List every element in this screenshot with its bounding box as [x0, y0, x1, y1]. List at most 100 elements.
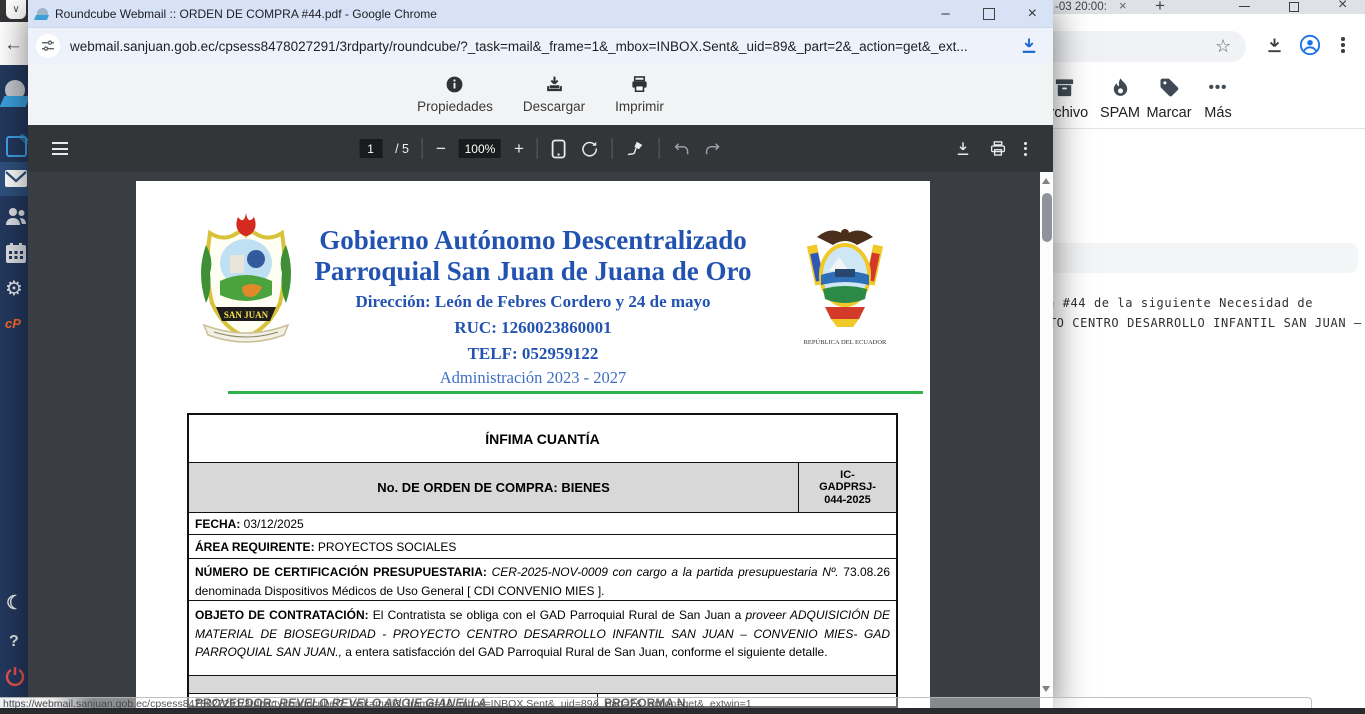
area-row: ÁREA REQUIRENTE: PROYECTOS SOCIALES	[189, 534, 896, 558]
more-dots-icon: •••	[1209, 76, 1228, 99]
print-button[interactable]: Imprimir	[615, 75, 664, 114]
bg-menu-kebab-icon[interactable]	[1341, 37, 1345, 53]
profile-icon[interactable]	[1299, 34, 1321, 56]
pdf-scrollbar[interactable]	[1040, 172, 1053, 708]
pdf-download-icon[interactable]	[954, 140, 972, 158]
popup-title-bar: Roundcube Webmail :: ORDEN DE COMPRA #44…	[28, 0, 1053, 27]
table-title-row: ÍNFIMA CUANTÍA	[189, 415, 896, 462]
bg-minimize-button[interactable]	[1239, 6, 1250, 7]
area-label: ÁREA REQUIRENTE:	[195, 540, 315, 554]
bottom-edge	[0, 708, 1365, 714]
bg-maximize-button[interactable]	[1289, 2, 1299, 12]
url-text[interactable]: webmail.sanjuan.gob.ec/cpsess8478027291/…	[70, 39, 1019, 54]
compose-icon[interactable]: ✎	[6, 136, 27, 157]
redo-icon[interactable]	[704, 141, 722, 157]
org-ruc: RUC: 1260023860001	[253, 317, 813, 339]
save-page-download-icon[interactable]	[1019, 36, 1039, 56]
zoom-in-button[interactable]: +	[514, 139, 524, 159]
scrollbar-thumb[interactable]	[1042, 193, 1052, 242]
cpanel-icon[interactable]: cP	[5, 316, 21, 331]
order-label: No. DE ORDEN DE COMPRA: BIENES	[189, 463, 798, 512]
mail-envelope-icon[interactable]	[4, 169, 28, 188]
popup-url-bar[interactable]: webmail.sanjuan.gob.ec/cpsess8478027291/…	[28, 27, 1053, 64]
new-tab-button[interactable]: +	[1155, 0, 1165, 16]
divider	[659, 138, 660, 159]
zoom-level[interactable]: 100%	[459, 139, 501, 158]
order-code-line: 044-2025	[824, 494, 871, 507]
pdf-viewport: SAN JUAN	[28, 172, 1053, 708]
undo-icon[interactable]	[673, 141, 691, 157]
zoom-out-button[interactable]: −	[436, 139, 446, 159]
page-number-input[interactable]: 1	[359, 139, 382, 158]
calendar-icon[interactable]	[5, 242, 27, 264]
menu-hamburger-icon[interactable]	[52, 142, 68, 155]
order-table: ÍNFIMA CUANTÍA No. DE ORDEN DE COMPRA: B…	[187, 413, 898, 708]
order-number-row: No. DE ORDEN DE COMPRA: BIENES IC- GADPR…	[189, 462, 896, 512]
pdf-toolbar: 1 / 5 − 100% +	[28, 125, 1053, 172]
annotate-pen-icon[interactable]	[626, 139, 646, 158]
area-value: PROYECTOS SOCIALES	[315, 540, 457, 554]
pdf-print-icon[interactable]	[989, 140, 1007, 158]
toolbar-label: SPAM	[1100, 105, 1140, 121]
document-header: Gobierno Autónomo Descentralizado Parroq…	[253, 225, 813, 388]
order-code-line: IC-	[840, 469, 855, 482]
divider	[422, 138, 423, 159]
roundcube-favicon-base	[34, 15, 49, 20]
download-button[interactable]: Descargar	[523, 75, 585, 114]
info-icon	[445, 75, 464, 94]
pdf-page: SAN JUAN	[136, 181, 930, 708]
org-name-line1: Gobierno Autónomo Descentralizado	[253, 225, 813, 256]
popup-window-title: Roundcube Webmail :: ORDEN DE COMPRA #44…	[55, 7, 941, 21]
popup-close-button[interactable]: ×	[1028, 5, 1037, 23]
certificacion-row: NÚMERO DE CERTIFICACIÓN PRESUPUESTARIA: …	[189, 558, 896, 600]
flame-icon	[1109, 76, 1132, 99]
tab-close-icon[interactable]: ×	[1119, 0, 1127, 13]
objeto-row: OBJETO DE CONTRATACIÓN: El Contratista s…	[189, 600, 896, 675]
site-info-icon[interactable]	[36, 34, 60, 58]
org-administration: Administración 2023 - 2027	[253, 367, 813, 388]
contacts-icon[interactable]	[4, 205, 28, 227]
downloads-icon[interactable]	[1264, 35, 1285, 56]
objeto-text: a entera satisfacción del GAD Parroquial…	[342, 645, 828, 659]
seal-caption: REPÚBLICA DEL ECUADOR	[785, 339, 905, 346]
roundcube-logo-base	[0, 96, 30, 107]
popup-maximize-button[interactable]	[983, 8, 995, 20]
scroll-up-icon[interactable]	[1042, 178, 1050, 184]
download-icon	[545, 75, 564, 94]
email-body-line: ITO CENTRO DESARROLLO INFANTIL SAN JUAN …	[1041, 316, 1362, 330]
properties-button[interactable]: Propiedades	[417, 75, 493, 114]
fecha-label: FECHA:	[195, 517, 240, 531]
bg-close-button[interactable]: ×	[1338, 0, 1347, 14]
print-icon	[630, 75, 649, 94]
popup-minimize-button[interactable]: –	[941, 5, 949, 22]
cert-italic: CER-2025-NOV-0009 con cargo a la partida…	[487, 565, 843, 579]
scroll-down-icon[interactable]	[1042, 686, 1050, 692]
settings-gear-icon[interactable]: ⚙	[5, 276, 23, 301]
help-icon[interactable]: ?	[9, 633, 19, 651]
back-button[interactable]: ←	[4, 34, 23, 56]
logout-power-icon[interactable]	[5, 666, 25, 686]
tag-icon	[1158, 76, 1181, 99]
chevron-down-icon[interactable]: ∨	[6, 0, 26, 19]
email-body-line: a #44 de la siguiente Necesidad de	[1047, 296, 1313, 310]
archive-icon	[1053, 76, 1076, 99]
objeto-text: El Contratista se obliga con el GAD Parr…	[369, 608, 746, 622]
pdf-popup-window: Roundcube Webmail :: ORDEN DE COMPRA #44…	[28, 0, 1053, 708]
org-phone: TELF: 052959122	[253, 343, 813, 365]
toolbar-label: Más	[1204, 105, 1231, 121]
viewer-action-bar: Propiedades Descargar Imprimir	[28, 63, 1053, 125]
objeto-label: OBJETO DE CONTRATACIÓN:	[195, 608, 369, 622]
order-code: IC- GADPRSJ- 044-2025	[798, 463, 896, 512]
screen: -03 20:00: × + × ∨ ← ☆ Archivo SPAM Marc…	[0, 0, 1365, 714]
properties-label: Propiedades	[417, 99, 493, 114]
toolbar-label: Marcar	[1146, 105, 1191, 121]
rotate-icon[interactable]	[580, 139, 599, 158]
dark-mode-moon-icon[interactable]: ☾	[6, 592, 23, 615]
bookmark-star-icon[interactable]: ☆	[1215, 36, 1231, 57]
pdf-menu-kebab-icon[interactable]	[1024, 142, 1027, 156]
fit-page-icon[interactable]	[551, 139, 567, 159]
fecha-row: FECHA: 03/12/2025	[189, 512, 896, 534]
print-label: Imprimir	[615, 99, 664, 114]
bg-tab-title[interactable]: -03 20:00:	[1055, 1, 1107, 13]
toolbar-item-more[interactable]: ••• Más	[1189, 76, 1247, 121]
